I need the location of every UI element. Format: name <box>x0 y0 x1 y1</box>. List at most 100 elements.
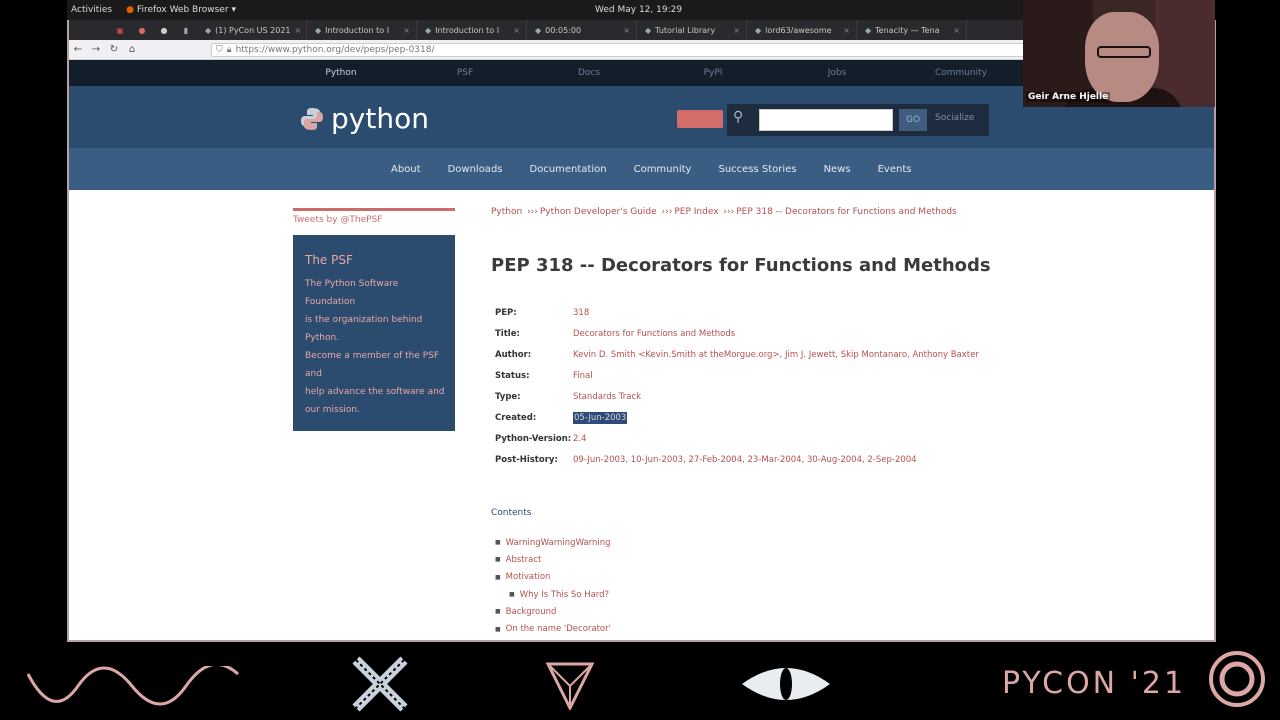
toc-item[interactable]: WarningWarningWarning <box>491 534 1131 551</box>
browser-tab[interactable]: ◆ Introduction to I × <box>417 20 527 40</box>
browser-tab[interactable]: ◆ Introduction to I × <box>307 20 417 40</box>
activities-button[interactable]: Activities <box>71 5 112 15</box>
search-go-button[interactable]: GO <box>899 109 927 131</box>
python-logo[interactable]: python <box>299 102 429 135</box>
meta-nav-item[interactable]: Community <box>899 68 1023 78</box>
close-tab-icon[interactable]: × <box>953 26 960 35</box>
toc-item[interactable]: On the name 'Decorator' <box>491 620 1131 637</box>
breadcrumb-item[interactable]: PEP Index <box>674 207 718 217</box>
close-tab-icon[interactable]: × <box>843 26 850 35</box>
toc-item[interactable]: Abstract <box>491 551 1131 568</box>
meta-nav-item[interactable]: PSF <box>403 68 527 78</box>
toc-item[interactable]: Design Goals <box>491 638 1131 640</box>
target-ring-icon <box>1209 651 1265 707</box>
close-tab-icon[interactable]: × <box>403 26 410 35</box>
donate-button[interactable] <box>677 110 723 128</box>
main-nav-item[interactable]: Documentation <box>530 164 607 175</box>
pinned-tab-2[interactable]: ● <box>131 26 153 35</box>
meta-nav-item[interactable]: PyPI <box>651 68 775 78</box>
field-value-text[interactable]: Kevin D. Smith <Kevin.Smith at theMorgue… <box>573 350 979 360</box>
meta-nav-item[interactable]: Python <box>279 68 403 78</box>
wave-icon <box>26 666 239 706</box>
psf-line: help advance the software and <box>305 387 445 397</box>
field-name: Post-History: <box>495 454 558 465</box>
main-article: Python ››› Python Developer's Guide ››› PE… <box>491 207 1131 640</box>
breadcrumb-item[interactable]: Python <box>491 207 522 217</box>
browser-tab[interactable]: ◆ Tenacity — Tena × <box>857 20 967 40</box>
meta-nav-item[interactable]: Jobs <box>775 68 899 78</box>
close-tab-icon[interactable]: × <box>513 26 520 35</box>
tab-label: Introduction to I <box>325 25 390 35</box>
page-content: Tweets by @ThePSF The PSF The Python Sof… <box>69 190 1214 640</box>
table-row: Author: Kevin D. Smith <Kevin.Smith at th… <box>491 344 979 365</box>
pinned-tab-1[interactable]: ▣ <box>109 26 131 35</box>
main-nav-item[interactable]: News <box>824 164 851 175</box>
shield-icon: ⛉ <box>216 44 223 55</box>
tab-favicon-icon: ◆ <box>755 25 762 35</box>
meta-nav-item[interactable]: Docs <box>527 68 651 78</box>
field-value: 05-Jun-2003 <box>573 407 979 428</box>
field-name: Title: <box>495 328 520 339</box>
main-nav-item[interactable]: Events <box>878 164 912 175</box>
main-nav-item[interactable]: About <box>391 164 421 175</box>
browser-tab[interactable]: ◆ Tutorial Library × <box>637 20 747 40</box>
table-row: PEP: 318 <box>491 302 979 323</box>
close-tab-icon[interactable]: × <box>623 26 630 35</box>
forward-icon[interactable]: → <box>87 44 105 55</box>
tab-label: Tutorial Library <box>655 25 716 35</box>
lock-icon: 🔒︎ <box>226 44 232 55</box>
pinned-tab-3[interactable]: ● <box>153 26 175 35</box>
close-tab-icon[interactable]: × <box>733 26 740 35</box>
field-value-text: 05-Jun-2003 <box>573 411 628 424</box>
back-icon[interactable]: ← <box>69 44 87 55</box>
field-value: Decorators for Functions and Methods <box>573 323 979 344</box>
main-navigation: About Downloads Documentation Community Succ… <box>69 148 1214 190</box>
field-value: 318 <box>573 302 979 323</box>
reload-icon[interactable]: ↻ <box>105 44 123 55</box>
toc-item[interactable]: Why Is This So Hard? <box>491 586 1131 603</box>
browser-tab[interactable]: ◆ 00:05:00 × <box>527 20 637 40</box>
main-nav-item[interactable]: Downloads <box>448 164 503 175</box>
main-nav-item[interactable]: Success Stories <box>718 164 796 175</box>
field-value-text: 09-Jun-2003, 10-Jun-2003, 27-Feb-2004, 2… <box>573 454 917 465</box>
search-area: ⚲ GO Socialize <box>727 104 989 136</box>
search-input[interactable] <box>759 109 893 131</box>
socialize-link[interactable]: Socialize <box>935 113 974 123</box>
clock[interactable]: Wed May 12, 19:29 <box>595 5 682 15</box>
browser-tab[interactable]: ◆ (1) PyCon US 2021 × <box>197 20 307 40</box>
page-title: PEP 318 -- Decorators for Functions and … <box>491 255 991 276</box>
psf-widget: The PSF The Python Software Foundation i… <box>293 235 455 431</box>
webcam-feed: Geir Arne Hjelle <box>1023 0 1215 107</box>
pinned-site-icon: ● <box>138 25 146 35</box>
screen: Activities ● Firefox Web Browser ▾ Wed M… <box>0 0 1280 720</box>
tweets-link[interactable]: Tweets by @ThePSF <box>293 215 455 225</box>
tab-label: lord63/awesome <box>765 25 832 35</box>
field-value: Standards Track <box>573 386 979 407</box>
tab-favicon-icon: ◆ <box>645 25 652 35</box>
system-top-bar: Activities ● Firefox Web Browser ▾ Wed M… <box>67 0 1023 20</box>
eye-icon <box>742 668 830 700</box>
close-tab-icon[interactable]: × <box>295 26 302 35</box>
toc-item[interactable]: Motivation <box>491 569 1131 586</box>
table-row: Post-History: 09-Jun-2003, 10-Jun-2003, 2… <box>491 449 979 470</box>
main-nav-item[interactable]: Community <box>634 164 692 175</box>
field-value: Kevin D. Smith <Kevin.Smith at theMorgue… <box>573 344 979 365</box>
home-icon[interactable]: ⌂ <box>123 44 141 55</box>
browser-tab[interactable]: ◆ lord63/awesome × <box>747 20 857 40</box>
breadcrumb: Python ››› Python Developer's Guide ››› PE… <box>491 207 1131 217</box>
breadcrumb-item[interactable]: Python Developer's Guide <box>540 207 657 217</box>
psf-description: The Python Software Foundation is the or… <box>305 275 445 419</box>
python-snake-icon <box>301 107 323 130</box>
tab-favicon-icon: ◆ <box>315 25 322 35</box>
psf-line: The Python Software Foundation <box>305 279 399 307</box>
conference-wordmark: PYCON '21 <box>1002 666 1187 701</box>
speaker-name: Geir Arne Hjelle <box>1026 92 1111 102</box>
app-menu[interactable]: ● Firefox Web Browser ▾ <box>126 5 236 15</box>
breadcrumb-item[interactable]: PEP 318 -- Decorators for Functions and … <box>736 207 957 217</box>
field-name: Type: <box>495 391 521 402</box>
field-name: PEP: <box>495 307 517 318</box>
psf-line: our mission. <box>305 405 360 415</box>
pinned-tab-4[interactable]: ▮ <box>175 26 197 35</box>
field-value: 09-Jun-2003, 10-Jun-2003, 27-Feb-2004, 2… <box>573 449 979 470</box>
toc-item[interactable]: Background <box>491 603 1131 620</box>
